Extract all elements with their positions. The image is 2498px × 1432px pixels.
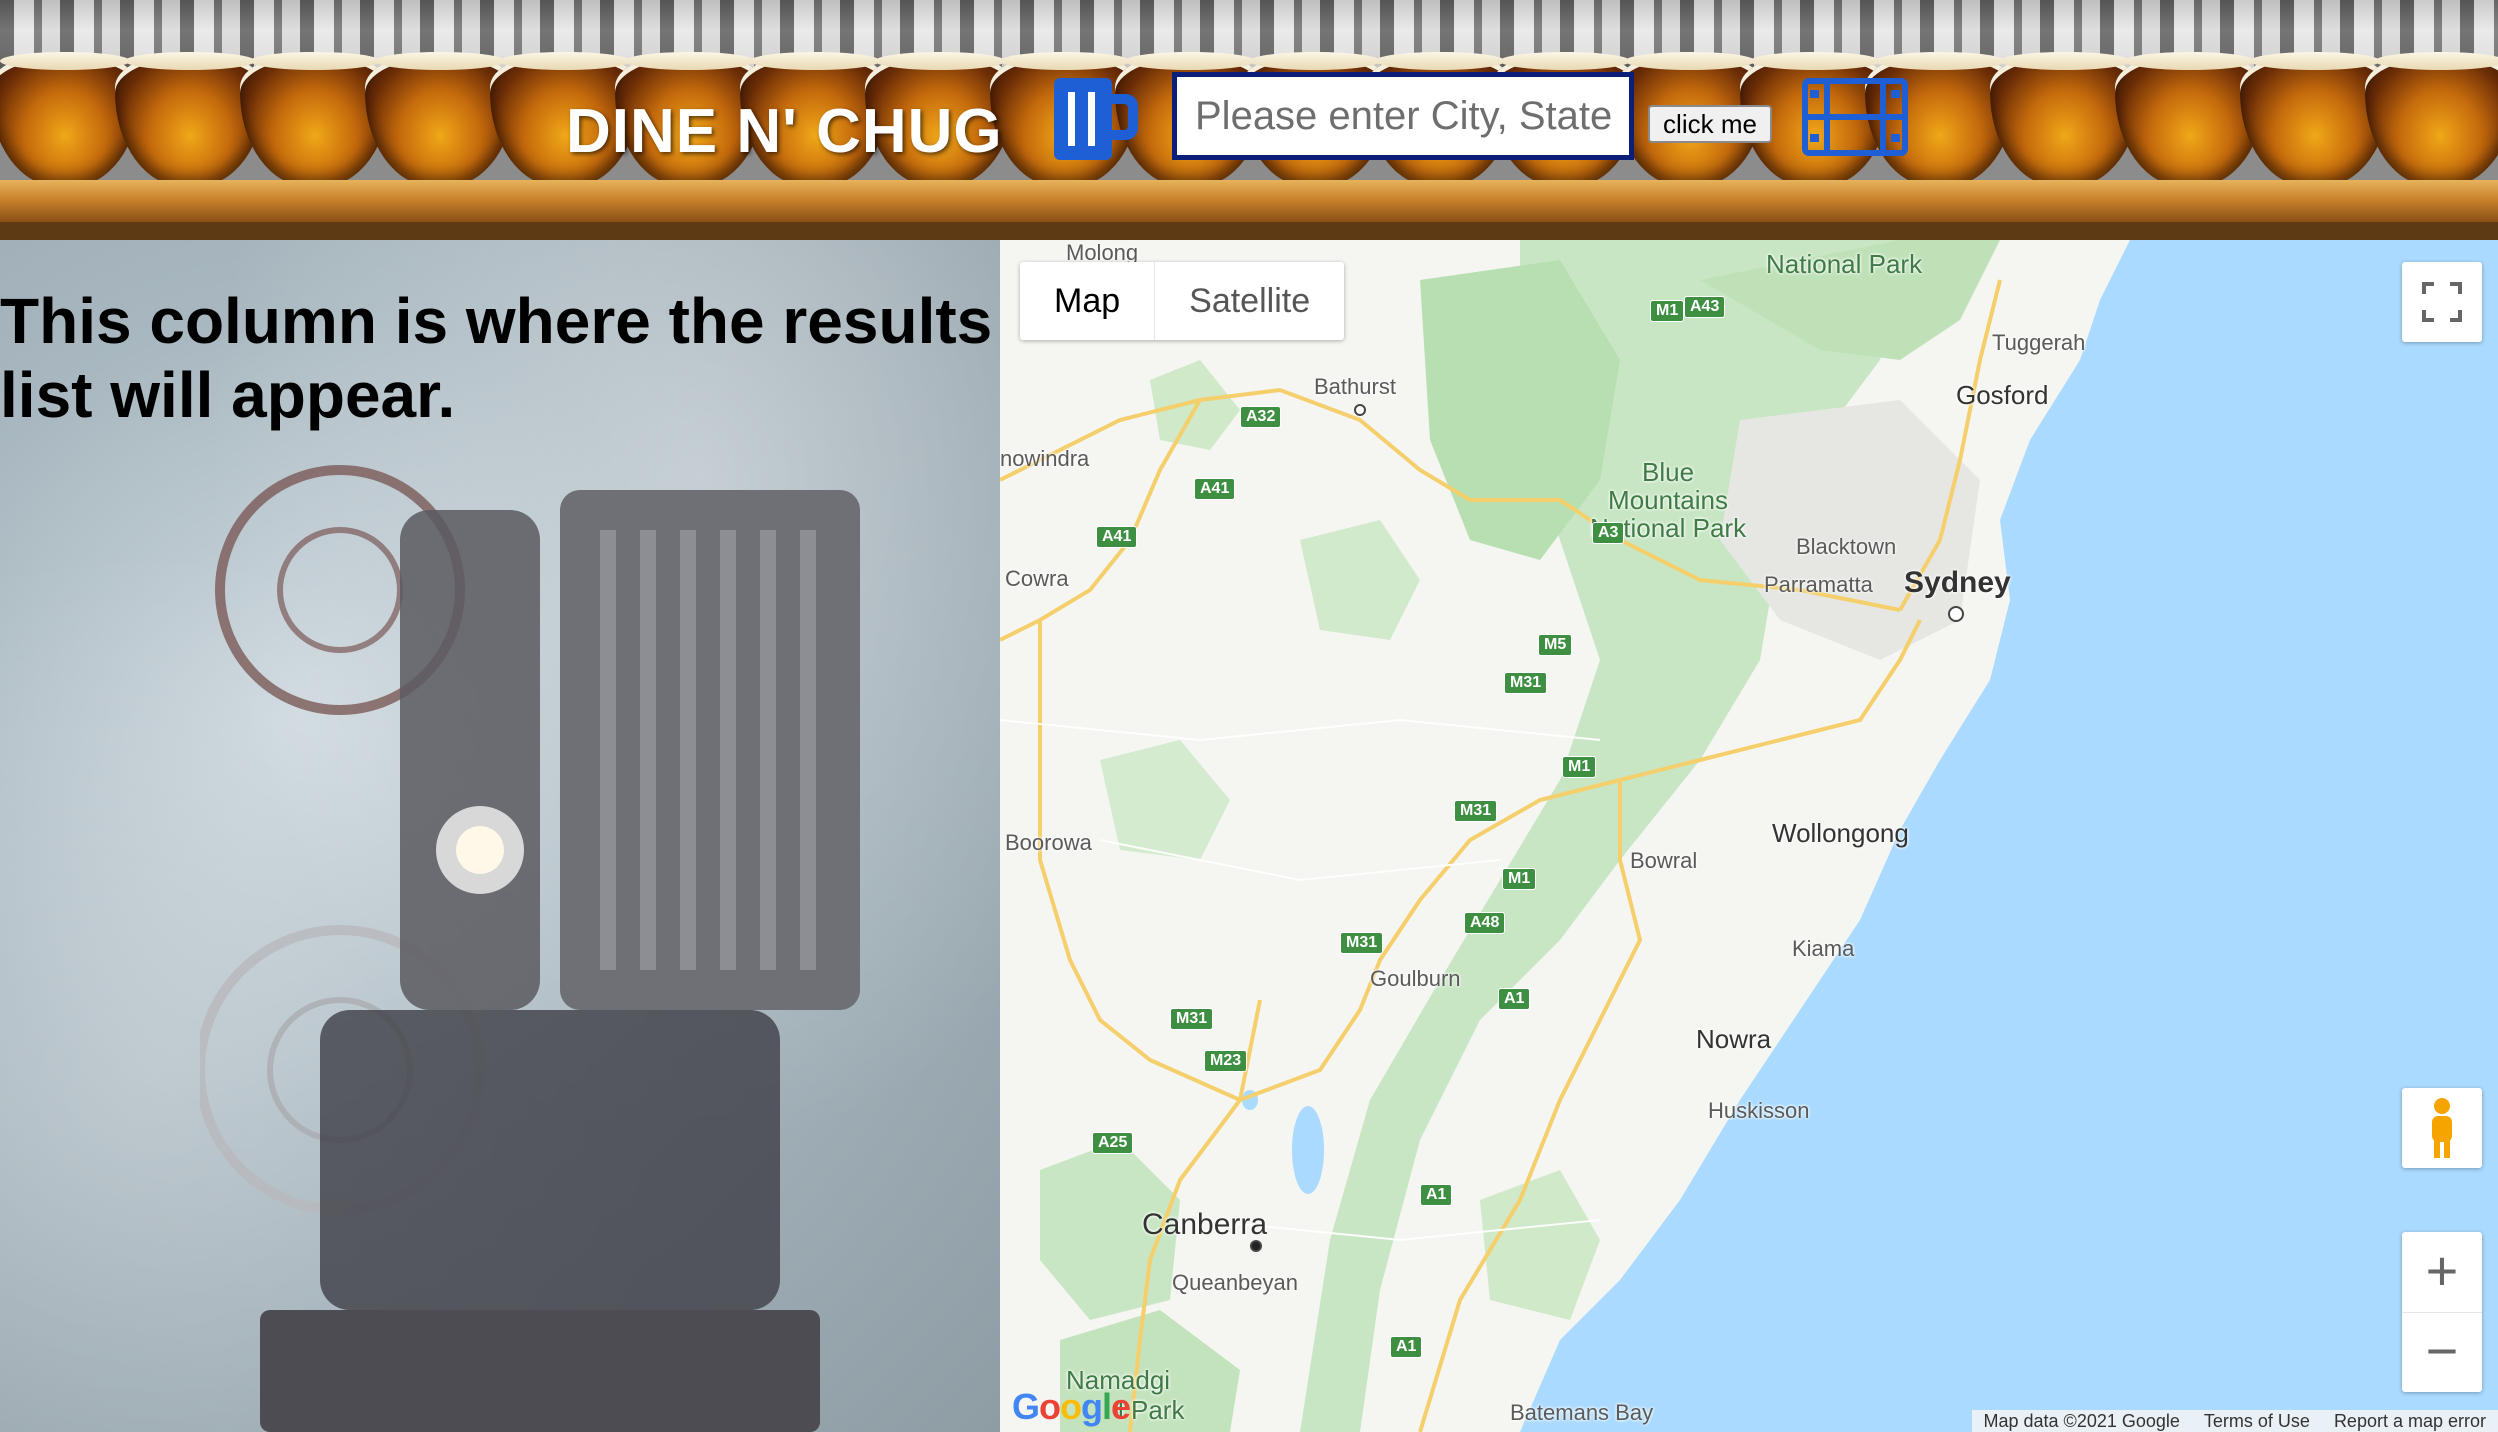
beer-mug-icon — [1054, 78, 1138, 160]
map-label-yengo: National Park — [1766, 249, 1923, 279]
map-city-marker — [1250, 1240, 1262, 1252]
map-label-sydney: Sydney — [1904, 566, 2011, 599]
film-projector-image — [200, 465, 860, 1432]
map-label-bowral: Bowral — [1630, 848, 1698, 873]
road-shield: A1 — [1420, 1184, 1453, 1206]
fullscreen-button[interactable] — [2402, 262, 2482, 342]
map-type-map-button[interactable]: Map — [1020, 262, 1154, 340]
map-label-parramatta: Parramatta — [1764, 572, 1873, 597]
road-shield: M31 — [1504, 672, 1548, 694]
street-view-pegman-button[interactable] — [2402, 1088, 2482, 1168]
map-label-canowindra: nowindra — [1000, 446, 1090, 471]
road-shield: A48 — [1464, 912, 1506, 934]
search-button[interactable]: click me — [1648, 105, 1772, 143]
map-label-huskisson: Huskisson — [1708, 1098, 1810, 1123]
site-title: DINE N' CHUG — [566, 97, 1003, 166]
google-logo[interactable]: Google — [1012, 1386, 1131, 1428]
banner-shelf-edge — [0, 222, 2498, 240]
map-label-cowra: Cowra — [1005, 566, 1069, 591]
google-map[interactable]: Molong Bathurst nowindra Cowra Boorowa G… — [1000, 240, 2498, 1432]
road-shield: M31 — [1340, 932, 1384, 954]
city-state-search-input[interactable] — [1172, 72, 1634, 160]
film-icon — [1802, 78, 1908, 156]
map-label-goulburn: Goulburn — [1370, 966, 1461, 991]
map-city-marker — [1948, 606, 1964, 622]
map-label-nowra: Nowra — [1696, 1024, 1772, 1054]
road-shield: A1 — [1390, 1336, 1423, 1358]
road-shield: A1 — [1498, 988, 1531, 1010]
road-shield: M1 — [1650, 300, 1685, 322]
road-shield: M1 — [1562, 756, 1597, 778]
map-type-control: Map Satellite — [1020, 262, 1345, 340]
banner-shelf — [0, 180, 2498, 222]
road-shield: A32 — [1240, 406, 1282, 428]
road-shield: M31 — [1170, 1008, 1214, 1030]
road-shield: A3 — [1592, 522, 1625, 544]
map-label-tuggerah: Tuggerah — [1992, 330, 2086, 355]
report-map-error-link[interactable]: Report a map error — [2322, 1410, 2498, 1432]
road-shield: M23 — [1204, 1050, 1248, 1072]
road-shield: A25 — [1092, 1132, 1134, 1154]
map-label-queanbeyan: Queanbeyan — [1172, 1270, 1298, 1295]
map-label-batemans-bay: Batemans Bay — [1510, 1400, 1654, 1425]
map-attribution-bar: Map data ©2021 Google Terms of Use Repor… — [1971, 1410, 2498, 1432]
map-label-canberra: Canberra — [1142, 1208, 1268, 1241]
map-canvas[interactable] — [1000, 240, 2498, 1432]
map-label-gosford: Gosford — [1956, 380, 2049, 410]
header-banner: DINE N' CHUG click me — [0, 0, 2498, 240]
map-label-blacktown: Blacktown — [1796, 534, 1897, 559]
map-city-marker — [1354, 404, 1366, 416]
results-column: This column is where the results list wi… — [0, 240, 1000, 1432]
fullscreen-icon — [2422, 282, 2462, 322]
pegman-icon — [2432, 1098, 2452, 1158]
road-shield: A43 — [1684, 296, 1726, 318]
map-label-boorowa: Boorowa — [1005, 830, 1092, 855]
road-shield: M1 — [1502, 868, 1537, 890]
road-shield: A41 — [1096, 526, 1138, 548]
terms-of-use-link[interactable]: Terms of Use — [2192, 1410, 2322, 1432]
beer-glass-image — [2365, 52, 2498, 187]
road-shield: A41 — [1194, 478, 1236, 500]
map-label-kiama: Kiama — [1792, 936, 1855, 961]
road-shield: M5 — [1538, 634, 1573, 656]
road-shield: M31 — [1454, 800, 1498, 822]
zoom-out-button[interactable]: − — [2402, 1312, 2482, 1392]
results-placeholder-text: This column is where the results list wi… — [0, 285, 993, 431]
map-data-attribution: Map data ©2021 Google — [1983, 1411, 2180, 1431]
map-label-bathurst: Bathurst — [1314, 374, 1396, 399]
zoom-in-button[interactable]: + — [2402, 1232, 2482, 1313]
zoom-control: + − — [2402, 1232, 2482, 1392]
map-label-wollongong: Wollongong — [1772, 818, 1909, 848]
map-type-satellite-button[interactable]: Satellite — [1154, 262, 1344, 340]
